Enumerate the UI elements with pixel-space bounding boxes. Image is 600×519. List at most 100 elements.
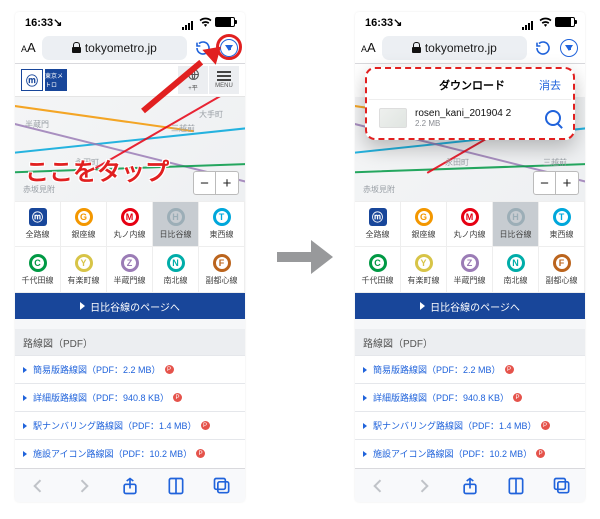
- battery-icon: [555, 17, 575, 27]
- line-icon: Z: [121, 254, 139, 272]
- zoom-out-button[interactable]: −: [194, 172, 216, 194]
- pdf-link[interactable]: 簡易版路線図（PDF：2.2 MB） P: [15, 355, 245, 383]
- line-cell-千代田線[interactable]: C千代田線: [355, 247, 401, 293]
- pdf-link[interactable]: 駅ナンバリング路線図（PDF：1.4 MB） P: [15, 411, 245, 439]
- back-button[interactable]: [28, 476, 48, 496]
- chevron-right-icon: [23, 395, 27, 401]
- line-label: 銀座線: [412, 229, 436, 240]
- share-button[interactable]: [120, 476, 140, 496]
- lock-icon: [72, 42, 81, 53]
- go-line-page-button[interactable]: 日比谷線のページへ: [355, 293, 585, 319]
- chevron-right-icon: [363, 367, 367, 373]
- back-button[interactable]: [368, 476, 388, 496]
- line-cell-副都心線[interactable]: F副都心線: [539, 247, 585, 293]
- line-icon: C: [29, 254, 47, 272]
- line-cell-有楽町線[interactable]: Y有楽町線: [401, 247, 447, 293]
- line-cell-東西線[interactable]: T東西線: [539, 201, 585, 247]
- pdf-link[interactable]: 詳細版路線図（PDF：940.8 KB） P: [15, 383, 245, 411]
- clock: 16:33: [365, 17, 393, 29]
- line-label: 千代田線: [362, 275, 394, 286]
- forward-button[interactable]: [74, 476, 94, 496]
- line-cell-千代田線[interactable]: C 千代田線: [15, 247, 61, 293]
- zoom-controls: − +: [533, 171, 579, 195]
- search-icon[interactable]: [545, 110, 561, 126]
- line-cell-丸ノ内線[interactable]: M丸ノ内線: [447, 201, 493, 247]
- menu-button[interactable]: MENU: [209, 66, 239, 94]
- pdf-link[interactable]: 駅ナンバリング路線図（PDF：1.4 MB） P: [355, 411, 585, 439]
- downloads-button[interactable]: [559, 38, 579, 58]
- line-cell-銀座線[interactable]: G 銀座線: [61, 201, 107, 247]
- address-field[interactable]: tokyometro.jp: [382, 36, 527, 60]
- url-text: tokyometro.jp: [425, 41, 497, 55]
- line-label: 半蔵門線: [114, 275, 146, 286]
- line-icon: F: [213, 254, 231, 272]
- line-cell-全路線[interactable]: ⓜ全路線: [15, 201, 61, 247]
- line-cell-副都心線[interactable]: F 副都心線: [199, 247, 245, 293]
- line-cell-銀座線[interactable]: G銀座線: [401, 201, 447, 247]
- line-grid: ⓜ全路線G銀座線M丸ノ内線H日比谷線T東西線 C千代田線Y有楽町線Z半蔵門線N南…: [355, 201, 585, 293]
- line-cell-東西線[interactable]: T東西線: [199, 201, 245, 247]
- line-label: 南北線: [164, 275, 188, 286]
- line-icon: T: [553, 208, 571, 226]
- url-bar: AA tokyometro.jp: [15, 32, 245, 64]
- line-label: 日比谷線: [160, 229, 192, 240]
- line-cell-有楽町線[interactable]: Y有楽町線: [61, 247, 107, 293]
- line-cell-全路線[interactable]: ⓜ全路線: [355, 201, 401, 247]
- pdf-icon: P: [513, 393, 522, 402]
- reload-button[interactable]: [193, 38, 213, 58]
- aa-button[interactable]: AA: [361, 40, 376, 55]
- bottom-toolbar: [15, 468, 245, 502]
- line-icon: G: [75, 208, 93, 226]
- downloads-title: ダウンロード: [405, 77, 539, 93]
- download-item[interactable]: rosen_kani_201904 2 2.2 MB: [369, 99, 571, 136]
- line-label: 全路線: [26, 229, 50, 240]
- line-icon: N: [507, 254, 525, 272]
- logo[interactable]: ⓜ 東京メトロ: [21, 69, 67, 91]
- line-label: 副都心線: [206, 275, 238, 286]
- forward-button[interactable]: [414, 476, 434, 496]
- pdf-list: 簡易版路線図（PDF：2.2 MB） P詳細版路線図（PDF：940.8 KB）…: [15, 355, 245, 467]
- line-label: 千代田線: [22, 275, 54, 286]
- world-button[interactable]: +平: [178, 66, 208, 94]
- tabs-button[interactable]: [552, 476, 572, 496]
- reload-button[interactable]: [533, 38, 553, 58]
- line-cell-丸ノ内線[interactable]: M丸ノ内線: [107, 201, 153, 247]
- zoom-in-button[interactable]: +: [216, 172, 238, 194]
- line-cell-半蔵門線[interactable]: Z 半蔵門線: [107, 247, 153, 293]
- phone-right: 16:33↘ AA tokyometro.jp: [355, 12, 585, 502]
- address-field[interactable]: tokyometro.jp: [42, 36, 187, 60]
- phone-left: 16:33↘ AA tokyometro.jp ⓜ 東京メトロ: [15, 12, 245, 502]
- downloads-clear-button[interactable]: 消去: [539, 77, 561, 93]
- line-cell-南北線[interactable]: N南北線: [493, 247, 539, 293]
- pdf-link-label: 駅ナンバリング路線図（PDF：1.4 MB）: [373, 419, 537, 432]
- battery-icon: [215, 17, 235, 27]
- pdf-icon: P: [536, 449, 545, 458]
- zoom-in-button[interactable]: +: [556, 172, 578, 194]
- share-button[interactable]: [460, 476, 480, 496]
- zoom-out-button[interactable]: −: [534, 172, 556, 194]
- tabs-button[interactable]: [212, 476, 232, 496]
- line-cell-半蔵門線[interactable]: Z半蔵門線: [447, 247, 493, 293]
- bookmarks-button[interactable]: [506, 476, 526, 496]
- line-cell-日比谷線[interactable]: H日比谷線: [493, 201, 539, 247]
- line-label: 銀座線: [72, 229, 96, 240]
- line-label: 副都心線: [546, 275, 578, 286]
- downloads-button[interactable]: [219, 38, 239, 58]
- pdf-link[interactable]: 簡易版路線図（PDF：2.2 MB） P: [355, 355, 585, 383]
- wifi-icon: [199, 17, 212, 27]
- pdf-link[interactable]: 施設アイコン路線図（PDF：10.2 MB） P: [355, 439, 585, 467]
- bookmarks-button[interactable]: [166, 476, 186, 496]
- line-row-1: ⓜ全路線 G 銀座線 M丸ノ内線H日比谷線T東西線: [15, 201, 245, 247]
- pdf-link-label: 施設アイコン路線図（PDF：10.2 MB）: [33, 447, 192, 460]
- line-label: 日比谷線: [500, 229, 532, 240]
- line-cell-南北線[interactable]: N南北線: [153, 247, 199, 293]
- chevron-right-icon: [363, 395, 367, 401]
- line-cell-日比谷線[interactable]: H日比谷線: [153, 201, 199, 247]
- pdf-link-label: 施設アイコン路線図（PDF：10.2 MB）: [373, 447, 532, 460]
- line-label: 有楽町線: [68, 275, 100, 286]
- pdf-link[interactable]: 施設アイコン路線図（PDF：10.2 MB） P: [15, 439, 245, 467]
- pdf-link[interactable]: 詳細版路線図（PDF：940.8 KB） P: [355, 383, 585, 411]
- go-line-page-button[interactable]: 日比谷線のページへ: [15, 293, 245, 319]
- aa-button[interactable]: AA: [21, 40, 36, 55]
- page-header: ⓜ 東京メトロ +平 MENU: [15, 64, 245, 97]
